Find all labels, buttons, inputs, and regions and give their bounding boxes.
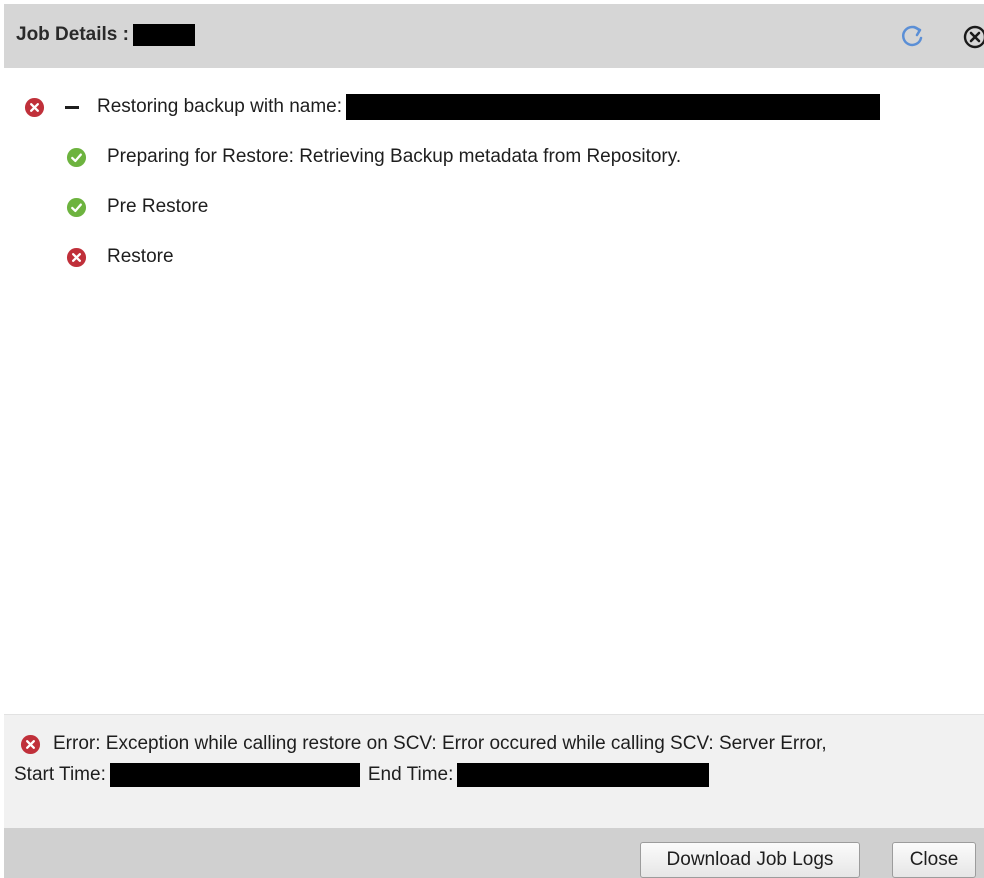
redacted-start-time	[109, 763, 360, 787]
tree-root-row: Restoring backup with name:	[24, 94, 881, 120]
error-summary-panel: Error: Exception while calling restore o…	[4, 714, 984, 828]
redacted-end-time	[457, 763, 710, 787]
job-details-dialog: Job Details : Restoring backup with name…	[0, 0, 984, 878]
tree-child-row: Pre Restore	[66, 196, 208, 218]
dialog-header: Job Details :	[4, 4, 984, 68]
refresh-icon	[901, 25, 923, 47]
tree-child-row: Preparing for Restore: Retrieving Backup…	[66, 146, 681, 168]
redacted-job-name	[132, 24, 195, 46]
check-circle-icon	[66, 197, 87, 217]
close-icon-button[interactable]	[962, 24, 984, 50]
close-circle-icon	[963, 25, 984, 49]
check-circle-icon	[66, 147, 87, 167]
error-message-text: Error: Exception while calling restore o…	[53, 733, 827, 754]
collapse-toggle[interactable]	[65, 105, 79, 109]
error-message-line: Error: Exception while calling restore o…	[20, 733, 827, 755]
redacted-backup-name	[346, 94, 881, 120]
end-time-label: End Time:	[367, 764, 454, 785]
time-line: Start Time: End Time:	[14, 763, 717, 787]
error-circle-icon	[24, 97, 45, 117]
tree-child-row: Restore	[66, 246, 174, 268]
dialog-title: Job Details :	[16, 24, 195, 46]
close-button[interactable]: Close	[892, 842, 976, 878]
start-time-label: Start Time:	[14, 764, 106, 785]
step-label: Preparing for Restore: Retrieving Backup…	[107, 146, 682, 167]
download-job-logs-button[interactable]: Download Job Logs	[640, 842, 860, 878]
refresh-button[interactable]	[897, 21, 927, 51]
step-label: Pre Restore	[107, 196, 209, 217]
step-label: Restore	[107, 246, 174, 267]
error-circle-icon	[66, 247, 87, 267]
dialog-footer: Download Job Logs Close	[4, 828, 984, 878]
error-circle-icon	[20, 734, 41, 754]
dialog-title-text: Job Details :	[16, 24, 129, 45]
root-step-label: Restoring backup with name:	[97, 96, 343, 117]
